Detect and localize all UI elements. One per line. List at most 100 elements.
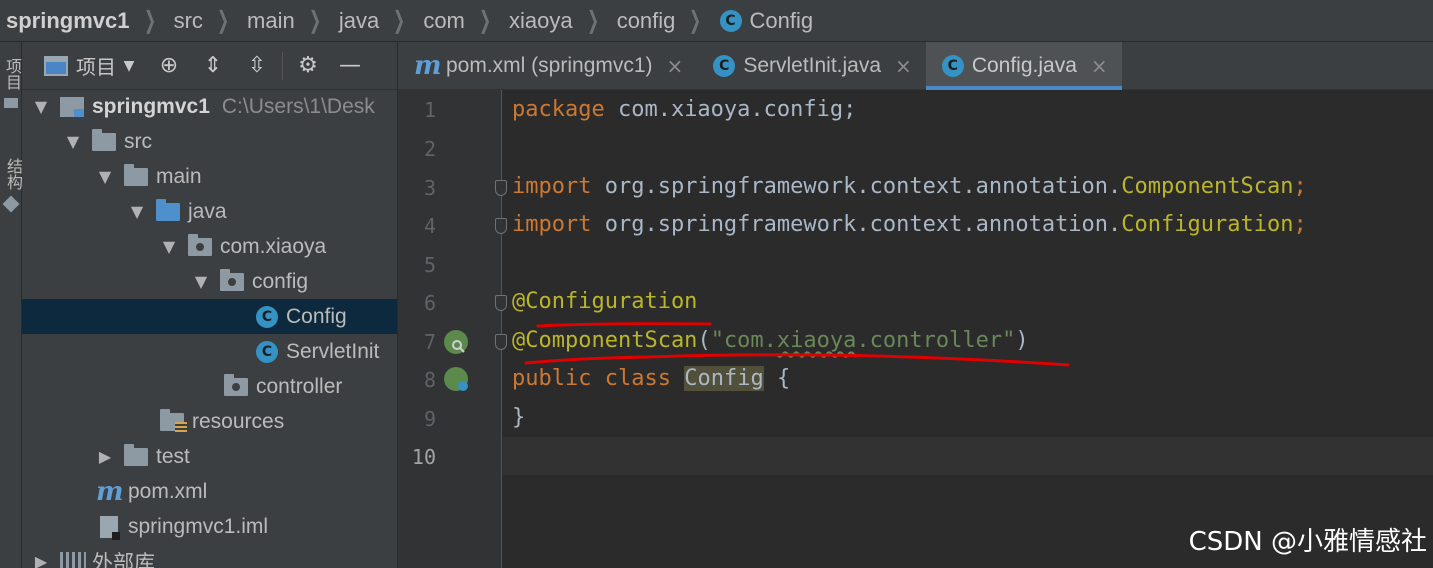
tree-item-java[interactable]: ▼ java bbox=[22, 194, 397, 229]
chevron-down-icon[interactable]: ▼ bbox=[160, 237, 178, 256]
iml-file-icon bbox=[100, 515, 120, 540]
chevron-right-icon[interactable]: ▶ bbox=[32, 552, 50, 568]
breadcrumb-item-xiaoya[interactable]: xiaoya bbox=[505, 8, 573, 34]
string-literal: "com. bbox=[710, 328, 777, 353]
code-line-8: public class Config { bbox=[512, 360, 790, 398]
tree-item-resources[interactable]: resources bbox=[22, 404, 397, 439]
tree-item-label: java bbox=[188, 199, 227, 223]
editor-tab-bar: m pom.xml (springmvc1) × C ServletInit.j… bbox=[398, 42, 1433, 90]
project-tool-tab-label: 项目 bbox=[3, 58, 20, 90]
tree-item-src[interactable]: ▼ src bbox=[22, 124, 397, 159]
resources-folder-icon bbox=[160, 408, 187, 434]
spring-bean-scan-icon[interactable] bbox=[444, 330, 468, 354]
chevron-right-icon: ❯ bbox=[586, 7, 599, 34]
string-literal: .controller" bbox=[856, 328, 1016, 353]
project-panel: 项目 ▼ ⊕ ⇕ ⇳ ⚙ — ▼ springmvc1 C:\Users\1\D… bbox=[22, 42, 397, 568]
line-number: 3 bbox=[423, 176, 436, 200]
tab-config-java[interactable]: C Config.java × bbox=[925, 42, 1122, 90]
structure-tool-tab[interactable]: 结构 bbox=[0, 154, 22, 213]
toolbar-divider bbox=[282, 51, 283, 80]
import-package: org.springframework.context.annotation. bbox=[591, 212, 1122, 237]
hide-panel-icon[interactable]: — bbox=[337, 53, 363, 79]
close-icon[interactable]: × bbox=[895, 54, 912, 78]
line-number: 7 bbox=[423, 330, 436, 354]
tree-item-external-libraries[interactable]: ▶ 外部库 bbox=[22, 544, 397, 568]
class-name: Config bbox=[684, 366, 764, 391]
paren-close: ) bbox=[1015, 328, 1029, 353]
chevron-down-icon[interactable]: ▼ bbox=[128, 202, 146, 221]
fold-marker-icon[interactable] bbox=[495, 334, 507, 350]
breadcrumb-item-main[interactable]: main bbox=[243, 8, 295, 34]
package-icon bbox=[188, 233, 212, 256]
keyword: import bbox=[512, 212, 592, 237]
tab-servletinit[interactable]: C ServletInit.java × bbox=[697, 42, 926, 89]
chevron-right-icon: ❯ bbox=[216, 7, 230, 34]
annotation: @ComponentScan bbox=[512, 328, 698, 353]
close-icon[interactable]: × bbox=[667, 54, 684, 78]
tree-item-config[interactable]: ▼ config bbox=[22, 264, 397, 299]
paren-open: ( bbox=[697, 328, 711, 353]
expand-all-icon[interactable]: ⇕ bbox=[200, 53, 226, 79]
close-icon[interactable]: × bbox=[1091, 54, 1108, 78]
line-number: 6 bbox=[423, 291, 436, 315]
caret-down-icon: ▼ bbox=[123, 57, 135, 74]
tab-label: ServletInit.java bbox=[743, 53, 882, 77]
keyword: class bbox=[591, 366, 671, 391]
folder-icon bbox=[92, 128, 116, 151]
tree-item-label: test bbox=[156, 444, 190, 468]
project-view-selector[interactable]: 项目 ▼ bbox=[44, 51, 142, 80]
chevron-down-icon[interactable]: ▼ bbox=[96, 167, 114, 186]
breadcrumb-item-project[interactable]: springmvc1 bbox=[0, 8, 130, 34]
tree-item-controller[interactable]: controller bbox=[22, 369, 397, 404]
breadcrumb-item-class[interactable]: C Config bbox=[716, 8, 813, 34]
chevron-down-icon[interactable]: ▼ bbox=[192, 272, 210, 291]
line-number: 10 bbox=[411, 445, 436, 469]
tree-item-com-xiaoya[interactable]: ▼ com.xiaoya bbox=[22, 229, 397, 264]
breadcrumb-item-config[interactable]: config bbox=[613, 8, 676, 34]
folder-icon bbox=[124, 163, 148, 186]
class-icon: C bbox=[719, 9, 742, 32]
tree-item-label: springmvc1.iml bbox=[128, 514, 269, 538]
tree-item-label: com.xiaoya bbox=[220, 234, 327, 258]
current-line-highlight bbox=[503, 437, 1433, 475]
chevron-right-icon: ❯ bbox=[689, 7, 702, 34]
tree-item-project-root[interactable]: ▼ springmvc1 C:\Users\1\Desk bbox=[22, 89, 397, 124]
tree-item-main[interactable]: ▼ main bbox=[22, 159, 397, 194]
breadcrumb-item-com[interactable]: com bbox=[419, 8, 465, 34]
tree-item-pom-xml[interactable]: m pom.xml bbox=[22, 474, 397, 509]
tree-item-test[interactable]: ▶ test bbox=[22, 439, 397, 474]
code-editor[interactable]: 1 2 3 4 5 6 7 8 9 10 package com.xiaoya.… bbox=[398, 90, 1433, 568]
tree-item-servletinit[interactable]: C ServletInit bbox=[22, 334, 397, 369]
fold-marker-icon[interactable] bbox=[495, 218, 507, 234]
breadcrumb-item-java[interactable]: java bbox=[335, 8, 379, 34]
tree-item-config-class[interactable]: C Config bbox=[22, 299, 397, 334]
collapse-all-icon[interactable]: ⇳ bbox=[244, 53, 270, 79]
project-window-icon bbox=[44, 55, 68, 76]
package-name: com.xiaoya.config; bbox=[604, 97, 857, 122]
breadcrumb-item-src[interactable]: src bbox=[170, 8, 203, 34]
folder-icon bbox=[4, 98, 18, 108]
project-tool-tab[interactable]: 项目 bbox=[0, 54, 22, 108]
tree-item-label: src bbox=[124, 129, 152, 153]
chevron-down-icon[interactable]: ▼ bbox=[32, 97, 50, 116]
tree-item-label: ServletInit bbox=[286, 339, 380, 363]
fold-marker-icon[interactable] bbox=[495, 295, 507, 311]
tab-label: pom.xml (springmvc1) bbox=[446, 53, 653, 77]
gear-icon[interactable]: ⚙ bbox=[295, 53, 321, 79]
spring-bean-icon[interactable] bbox=[444, 367, 468, 391]
brace: { bbox=[763, 366, 791, 391]
tab-pom-xml[interactable]: m pom.xml (springmvc1) × bbox=[398, 42, 697, 89]
source-folder-icon bbox=[156, 198, 180, 221]
code-line-1: package com.xiaoya.config; bbox=[512, 91, 856, 129]
semicolon: ; bbox=[1293, 174, 1307, 199]
line-number: 1 bbox=[423, 98, 436, 122]
tree-item-iml[interactable]: springmvc1.iml bbox=[22, 509, 397, 544]
folder-icon bbox=[124, 443, 148, 466]
import-class: ComponentScan bbox=[1121, 174, 1294, 199]
fold-marker-icon[interactable] bbox=[495, 180, 507, 196]
chevron-right-icon[interactable]: ▶ bbox=[96, 447, 114, 466]
locate-icon[interactable]: ⊕ bbox=[156, 53, 182, 79]
tree-item-path: C:\Users\1\Desk bbox=[221, 94, 375, 118]
chevron-down-icon[interactable]: ▼ bbox=[64, 132, 82, 151]
